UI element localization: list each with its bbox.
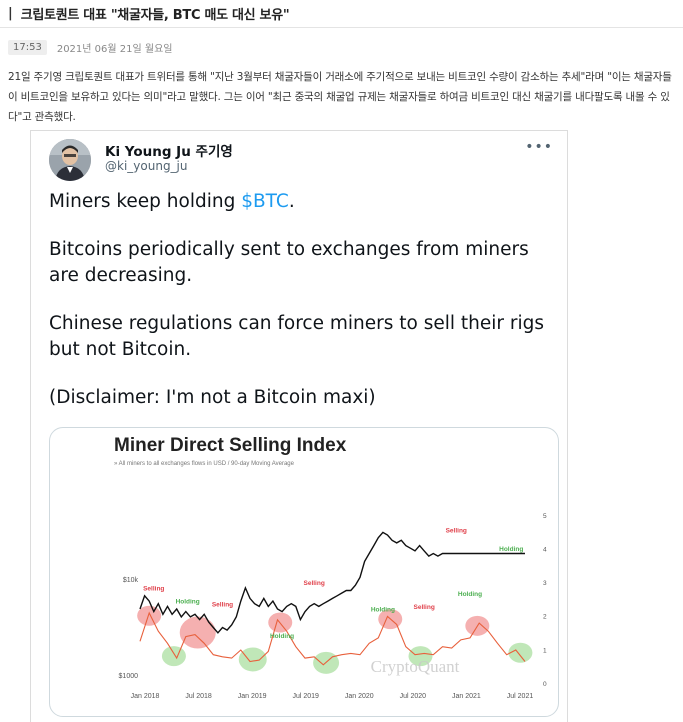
- series-line-price: [139, 531, 525, 634]
- author-handle[interactable]: @ki_young_ju: [105, 159, 188, 173]
- cashtag-link[interactable]: $BTC: [241, 191, 289, 212]
- tweet-line-2: Bitcoins periodically sent to exchanges …: [49, 239, 529, 286]
- tweet-media-chart[interactable]: Miner Direct Selling Index » All miners t…: [49, 427, 559, 717]
- article-body: 21일 주기영 크립토퀀트 대표가 트위터를 통해 "지난 3월부터 채굴자들이…: [8, 71, 672, 123]
- y-right-tick-label: 0: [543, 681, 547, 688]
- holding-marker-4: [238, 647, 267, 672]
- annotation-selling: Selling: [143, 586, 164, 593]
- more-options-icon[interactable]: •••: [525, 139, 553, 155]
- annotation-holding: Holding: [176, 599, 200, 606]
- selling-marker-3: [179, 616, 216, 649]
- annotation-selling: Selling: [414, 604, 435, 611]
- chart-watermark: CryptoQuant: [371, 657, 460, 676]
- tweet-line-1: Miners keep holding $BTC.: [49, 189, 559, 215]
- annotation-selling: Selling: [212, 601, 233, 608]
- y-right-tick-label: 3: [543, 580, 547, 587]
- holding-marker-10: [508, 642, 533, 663]
- miner-selling-chart: Miner Direct Selling Index » All miners t…: [114, 435, 547, 700]
- tweet-line-3: Chinese regulations can force miners to …: [49, 313, 544, 360]
- y-left-tick-label: $10k: [123, 577, 139, 584]
- y-right-tick-label: 2: [543, 614, 547, 621]
- annotation-selling: Selling: [446, 527, 467, 534]
- x-tick-label: Jul 2018: [185, 693, 212, 700]
- embedded-tweet: Ki Young Ju 주기영 @ki_young_ju ••• Miners …: [30, 130, 568, 722]
- article-meta: 17:53 2021년 06월 21일 월요일: [8, 40, 172, 55]
- y-right-tick-label: 5: [543, 513, 547, 520]
- chart-subtitle: » All miners to all exchanges flows in U…: [114, 461, 295, 467]
- chart-title: Miner Direct Selling Index: [114, 435, 347, 456]
- publish-date: 2021년 06월 21일 월요일: [56, 44, 173, 55]
- tweet-line-1-prefix: Miners keep holding: [49, 191, 242, 212]
- annotation-selling: Selling: [304, 580, 325, 587]
- x-tick-label: Jan 2020: [345, 693, 374, 700]
- x-tick-label: Jan 2019: [238, 693, 267, 700]
- tweet-text: Miners keep holding $BTC. Bitcoins perio…: [49, 189, 559, 433]
- x-tick-label: Jan 2021: [452, 693, 481, 700]
- y-right-tick-label: 1: [543, 647, 547, 654]
- author-name[interactable]: Ki Young Ju 주기영: [105, 140, 233, 160]
- annotation-holding: Holding: [499, 546, 523, 553]
- avatar-photo-icon: [49, 139, 91, 181]
- page-header: | 크립토퀀트 대표 "채굴자들, BTC 매도 대신 보유": [0, 0, 683, 28]
- x-tick-label: Jan 2018: [131, 693, 160, 700]
- header-bar-mark: |: [8, 6, 13, 21]
- timestamp-badge: 17:53: [8, 40, 47, 55]
- x-tick-label: Jul 2021: [507, 693, 534, 700]
- tweet-line-4: (Disclaimer: I'm not a Bitcoin maxi): [49, 387, 376, 408]
- tweet-line-1-suffix: .: [288, 191, 295, 212]
- x-tick-label: Jul 2020: [400, 693, 427, 700]
- y-right-tick-label: 4: [543, 546, 547, 553]
- annotation-holding: Holding: [270, 633, 294, 640]
- holding-marker-2: [161, 646, 186, 667]
- page-title: 크립토퀀트 대표 "채굴자들, BTC 매도 대신 보유": [20, 8, 290, 23]
- x-tick-label: Jul 2019: [292, 693, 319, 700]
- y-left-tick-label: $1000: [119, 673, 139, 680]
- annotation-holding: Holding: [458, 591, 482, 598]
- avatar[interactable]: [49, 139, 91, 181]
- annotation-holding: Holding: [371, 607, 395, 614]
